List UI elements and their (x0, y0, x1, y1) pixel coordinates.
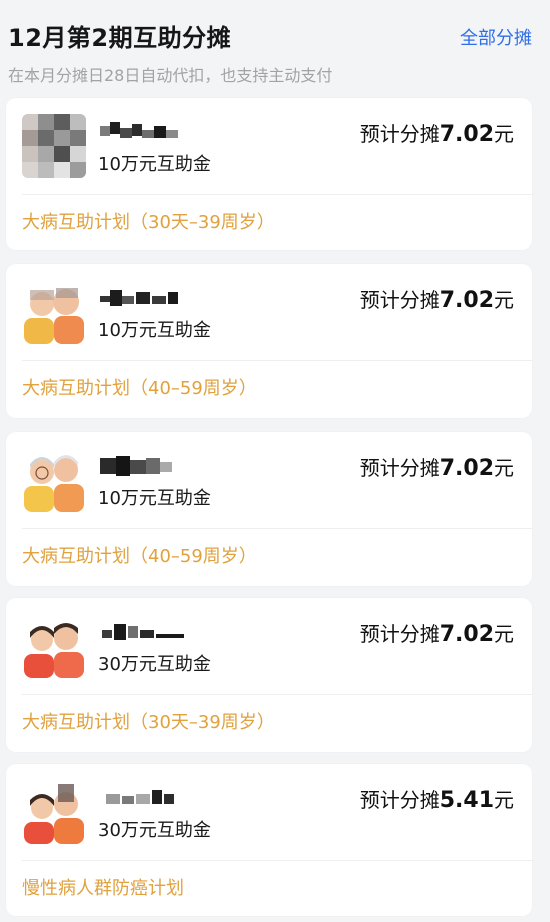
name-mosaic (96, 286, 196, 312)
share-prefix: 预计分摊 (359, 456, 440, 480)
plan-name: 大病互助计划（30天–39周岁） (22, 712, 275, 733)
share-unit: 元 (494, 456, 514, 480)
divider (22, 528, 532, 529)
name-mosaic (96, 620, 196, 646)
page-subtitle: 在本月分摊日28日自动代扣，也支持主动支付 (8, 66, 333, 85)
name-mosaic (96, 120, 196, 146)
share-prefix: 预计分摊 (359, 788, 440, 812)
share-value: 7.02 (439, 288, 494, 313)
plan-name: 大病互助计划（40–59周岁） (22, 546, 257, 567)
plan-name: 慢性病人群防癌计划 (22, 878, 184, 899)
divider (22, 694, 532, 695)
share-value: 5.41 (439, 788, 494, 813)
estimated-share: 预计分摊7.02元 (360, 118, 514, 147)
member-card[interactable]: 10万元互助金 预计分摊7.02元 大病互助计划（40–59周岁） (6, 432, 532, 586)
name-mosaic (96, 786, 196, 812)
family-avatar-icon (22, 280, 86, 344)
fund-amount: 10万元互助金 (98, 320, 211, 341)
member-card[interactable]: 30万元互助金 预计分摊7.02元 大病互助计划（30天–39周岁） (6, 598, 532, 752)
share-value: 7.02 (439, 122, 494, 147)
estimated-share: 预计分摊7.02元 (360, 284, 514, 313)
elderly-couple-avatar-icon (22, 448, 86, 512)
estimated-share: 预计分摊7.02元 (360, 452, 514, 481)
share-unit: 元 (494, 788, 514, 812)
member-card[interactable]: 10万元互助金 预计分摊7.02元 大病互助计划（30天–39周岁） (6, 98, 532, 250)
plan-name: 大病互助计划（30天–39周岁） (22, 212, 275, 233)
page-title: 12月第2期互助分摊 (8, 24, 232, 52)
estimated-share: 预计分摊7.02元 (360, 618, 514, 647)
share-value: 7.02 (439, 456, 494, 481)
share-unit: 元 (494, 122, 514, 146)
plan-name: 大病互助计划（40–59周岁） (22, 378, 257, 399)
page-header: 12月第2期互助分摊 全部分摊 在本月分摊日28日自动代扣，也支持主动支付 (0, 0, 550, 95)
estimated-share: 预计分摊5.41元 (360, 784, 514, 813)
member-card[interactable]: 10万元互助金 预计分摊7.02元 大病互助计划（40–59周岁） (6, 264, 532, 418)
share-prefix: 预计分摊 (359, 122, 440, 146)
person-avatar-pixelated (22, 114, 86, 178)
divider (22, 194, 532, 195)
fund-amount: 10万元互助金 (98, 154, 211, 175)
fund-amount: 30万元互助金 (98, 654, 211, 675)
divider (22, 360, 532, 361)
fund-amount: 10万元互助金 (98, 488, 211, 509)
fund-amount: 30万元互助金 (98, 820, 211, 841)
couple-avatar-icon (22, 780, 86, 844)
all-shares-link[interactable]: 全部分摊 (460, 24, 532, 50)
share-unit: 元 (494, 622, 514, 646)
name-mosaic (96, 454, 196, 480)
member-card[interactable]: 30万元互助金 预计分摊5.41元 慢性病人群防癌计划 (6, 764, 532, 916)
couple-avatar-icon (22, 614, 86, 678)
share-value: 7.02 (439, 622, 494, 647)
share-prefix: 预计分摊 (359, 622, 440, 646)
share-prefix: 预计分摊 (359, 288, 440, 312)
share-unit: 元 (494, 288, 514, 312)
divider (22, 860, 532, 861)
